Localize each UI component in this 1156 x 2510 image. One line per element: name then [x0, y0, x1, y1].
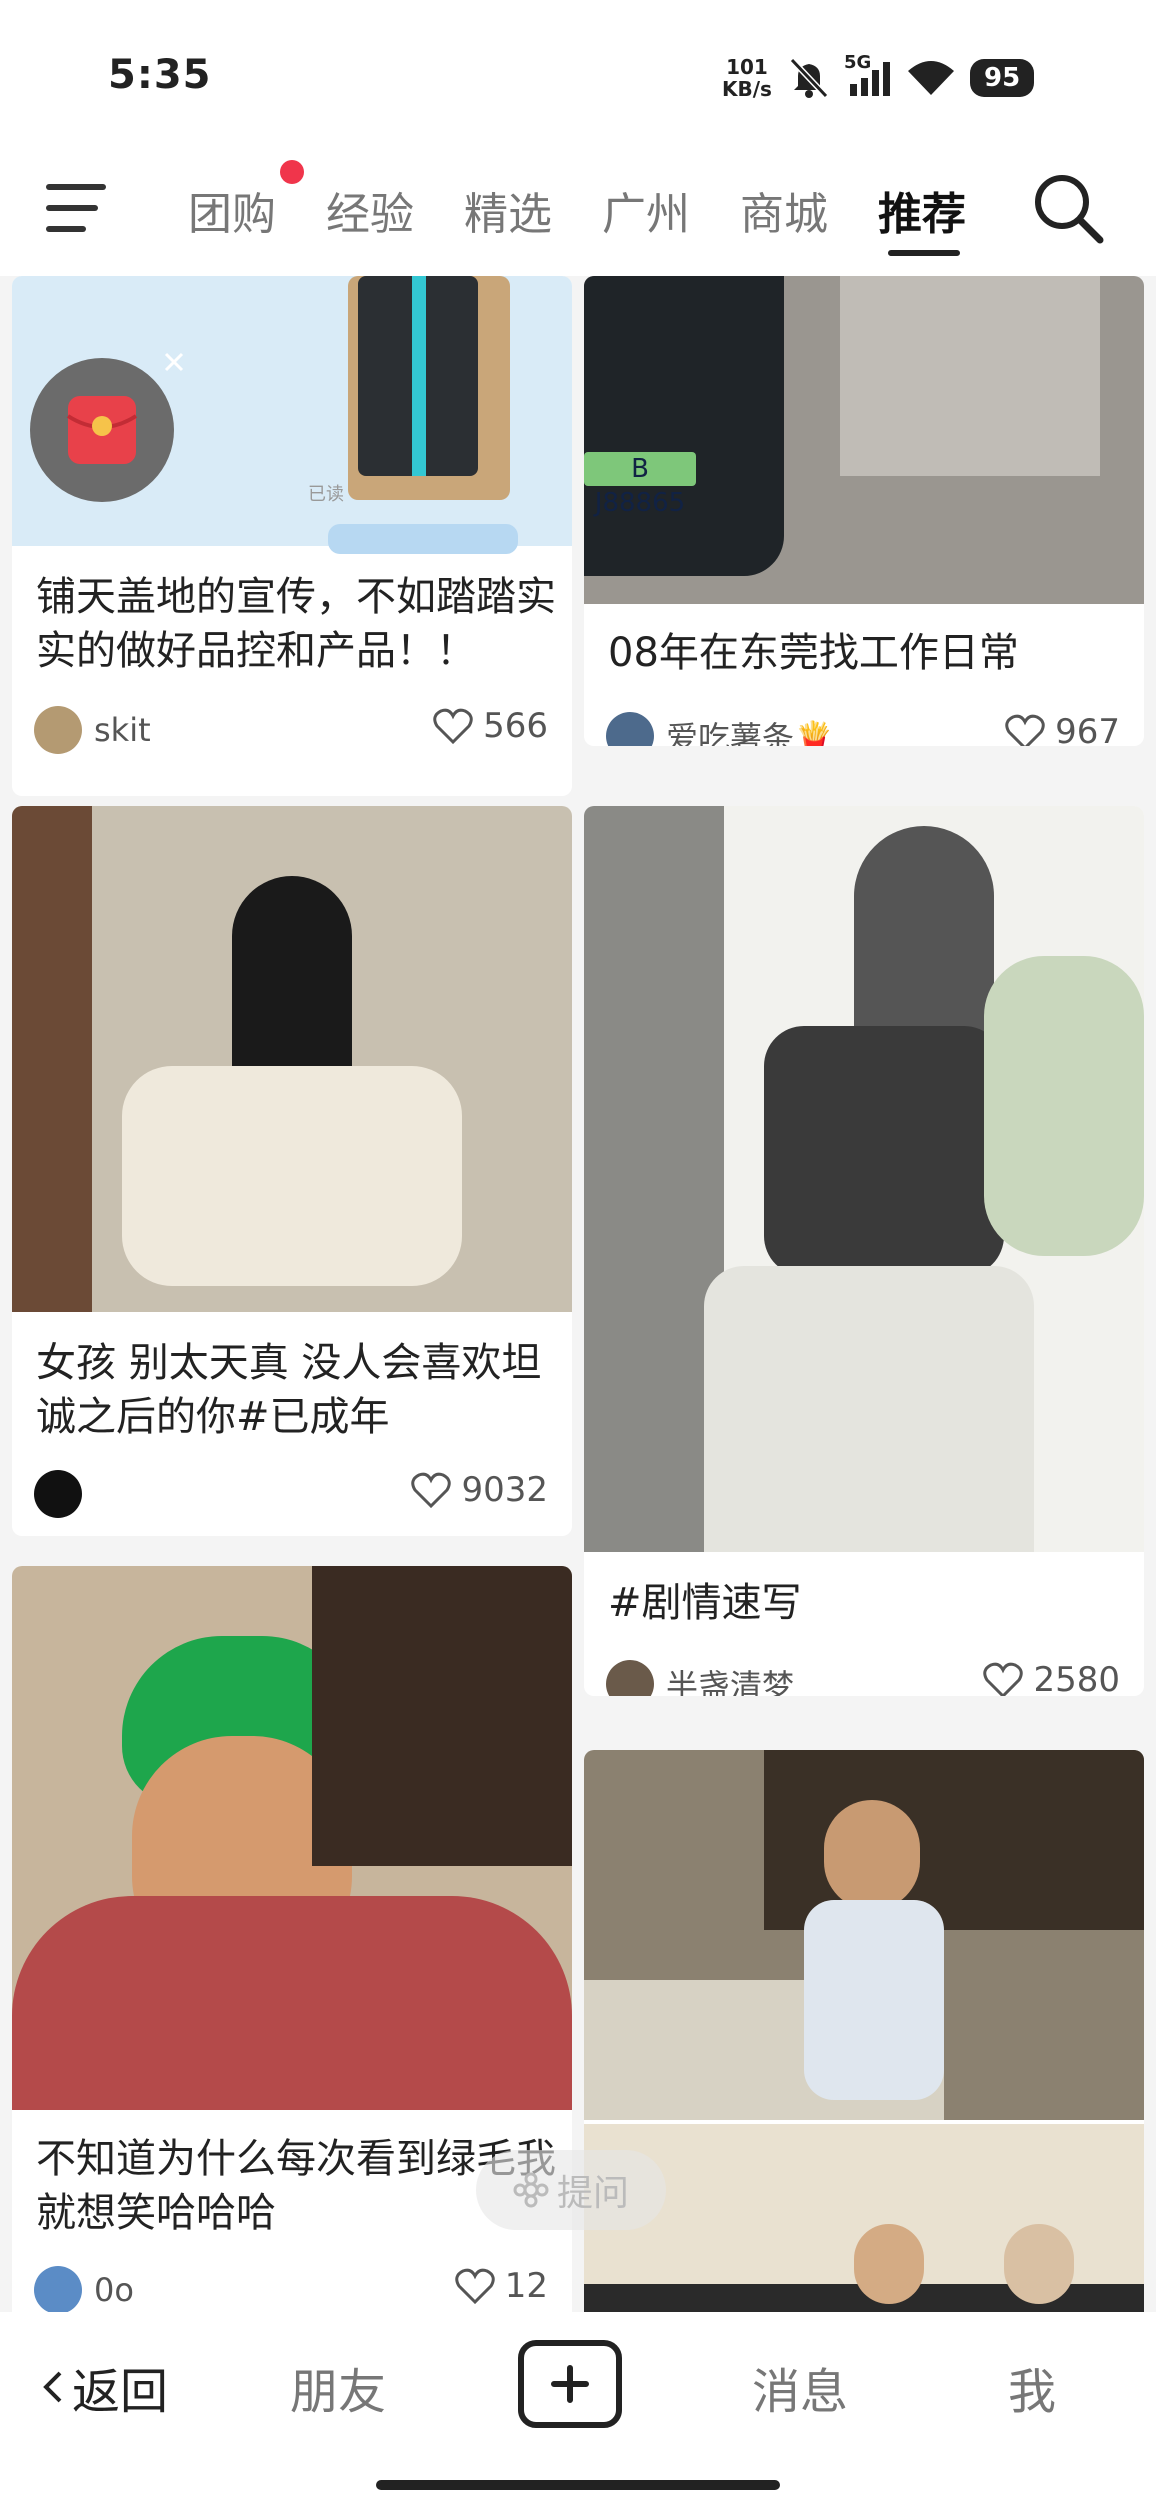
ask-button[interactable]: 提问: [476, 2150, 666, 2230]
back-button[interactable]: 返回: [40, 2352, 168, 2422]
like-count: 12: [504, 2266, 548, 2306]
status-bar: 5:35 101 KB/s 5G 95: [0, 0, 1156, 150]
notification-dot: [280, 160, 304, 184]
post-author[interactable]: skit: [34, 706, 151, 754]
status-icons: 5G 95: [788, 52, 1035, 98]
avatar: [606, 712, 654, 746]
ask-label: 提问: [556, 2173, 629, 2214]
post-card[interactable]: [584, 1750, 1144, 2312]
post-image[interactable]: B J88865: [584, 276, 1144, 604]
post-author[interactable]: 0o: [34, 2266, 134, 2312]
network-speed: 101 KB/s: [722, 56, 772, 100]
tab-messages[interactable]: 消息: [752, 2352, 848, 2422]
tab-featured[interactable]: 精选: [464, 178, 552, 242]
tab-friends[interactable]: 朋友: [290, 2352, 386, 2422]
post-card[interactable]: 女孩 别太天真 没人会喜欢坦诚之后的你#已成年 9032: [12, 806, 572, 1536]
post-author[interactable]: 半盏清梦: [606, 1660, 794, 1696]
read-receipt: 已读: [308, 484, 344, 505]
post-card[interactable]: #剧情速写 半盏清梦 2580: [584, 806, 1144, 1696]
back-label: 返回: [72, 2364, 169, 2420]
top-nav: 团购 经验 精选 广州 商城 推荐: [0, 150, 1156, 276]
net-speed-value: 101: [726, 55, 768, 79]
tab-experience[interactable]: 经验: [326, 178, 414, 242]
net-speed-unit: KB/s: [722, 77, 772, 101]
post-image[interactable]: [584, 806, 1144, 1552]
post-image[interactable]: [12, 1566, 572, 2110]
avatar: [34, 2266, 82, 2312]
battery-indicator: 95: [970, 59, 1035, 97]
heart-icon: [411, 1472, 452, 1508]
heart-icon: [454, 2268, 495, 2304]
avatar: [34, 706, 82, 754]
post-title[interactable]: 铺天盖地的宣传，不如踏踏实实的做好品控和产品！！: [36, 570, 556, 678]
heart-icon: [433, 708, 473, 744]
post-card[interactable]: 已读 铺天盖地的宣传，不如踏踏实实的做好品控和产品！！ skit 566: [12, 276, 572, 796]
like-count: 967: [1055, 712, 1120, 746]
author-name: 半盏清梦: [666, 1667, 795, 1696]
home-indicator[interactable]: [376, 2480, 780, 2490]
wifi-icon: [908, 61, 954, 95]
author-name: skit: [94, 711, 151, 749]
cell-signal-icon: 5G: [844, 52, 892, 98]
active-tab-indicator: [888, 250, 960, 256]
like-button[interactable]: 12: [454, 2266, 548, 2306]
add-post-button[interactable]: [518, 2340, 622, 2428]
post-author[interactable]: 爱吃薯条🍟: [606, 712, 834, 746]
heart-icon: [1005, 714, 1045, 746]
post-title[interactable]: 女孩 别太天真 没人会喜欢坦诚之后的你#已成年: [36, 1336, 556, 1444]
close-icon[interactable]: [162, 350, 186, 374]
post-title[interactable]: 08年在东莞找工作日常: [608, 626, 1128, 680]
like-button[interactable]: 967: [1005, 712, 1120, 746]
author-name: 爱吃薯条🍟: [666, 719, 834, 746]
avatar: [34, 1470, 82, 1518]
clock: 5:35: [108, 52, 212, 98]
mute-icon: [789, 58, 829, 98]
bottom-tab-bar: 返回 朋友 消息 我: [0, 2312, 1156, 2510]
post-title[interactable]: #剧情速写: [608, 1576, 1128, 1630]
post-image[interactable]: [12, 806, 572, 1312]
license-plate: B J88865: [584, 452, 696, 518]
avatar: [606, 1660, 654, 1696]
feed[interactable]: 已读 铺天盖地的宣传，不如踏踏实实的做好品控和产品！！ skit 566 B J…: [0, 276, 1156, 2312]
search-icon[interactable]: [1028, 168, 1108, 248]
like-button[interactable]: 9032: [411, 1470, 548, 1510]
like-button[interactable]: 2580: [983, 1660, 1120, 1696]
tab-mall[interactable]: 商城: [740, 178, 828, 242]
post-image-second[interactable]: [584, 2124, 1144, 2312]
post-card[interactable]: B J88865 08年在东莞找工作日常 爱吃薯条🍟 967: [584, 276, 1144, 746]
like-count: 2580: [1033, 1660, 1120, 1696]
flower-icon: [513, 2172, 549, 2208]
red-packet-button[interactable]: [30, 358, 174, 502]
tab-recommend[interactable]: 推荐: [878, 178, 966, 242]
post-author[interactable]: [34, 1470, 82, 1518]
author-name: 0o: [94, 2271, 134, 2309]
charger-photo: [348, 276, 510, 500]
tab-me[interactable]: 我: [1008, 2352, 1056, 2422]
like-count: 9032: [461, 1470, 548, 1510]
tab-group-buy[interactable]: 团购: [188, 178, 276, 242]
chevron-left-icon: [43, 2371, 62, 2403]
plus-icon: [551, 2365, 589, 2403]
menu-icon[interactable]: [46, 178, 110, 238]
post-image[interactable]: [584, 1750, 1144, 2120]
red-packet-icon: [66, 396, 138, 464]
like-button[interactable]: 566: [433, 706, 548, 746]
like-count: 566: [483, 706, 548, 746]
heart-icon: [983, 1662, 1024, 1696]
tab-guangzhou[interactable]: 广州: [602, 178, 690, 242]
